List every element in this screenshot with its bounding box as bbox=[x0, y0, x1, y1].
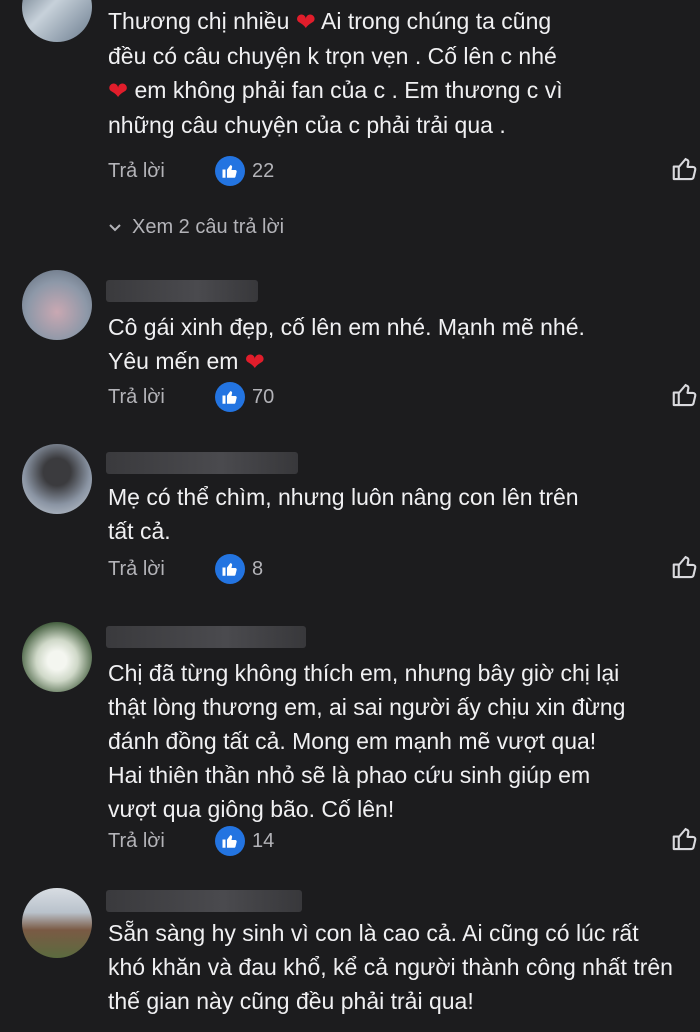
comment-text: Cô gái xinh đẹp, cố lên em nhé. Mạnh mẽ … bbox=[108, 310, 688, 379]
avatar[interactable] bbox=[22, 0, 92, 42]
view-replies-label: Xem 2 câu trả lời bbox=[132, 216, 285, 238]
comment-actions: Trả lời 70 bbox=[108, 382, 697, 412]
avatar[interactable] bbox=[22, 444, 92, 514]
thumbs-up-outline-icon[interactable] bbox=[670, 552, 700, 582]
thumbs-up-outline-icon[interactable] bbox=[670, 824, 700, 854]
avatar[interactable] bbox=[22, 270, 92, 340]
heart-emoji-icon: ❤ bbox=[108, 78, 129, 105]
thumbs-up-badge-icon bbox=[215, 554, 245, 584]
thumbs-up-outline-icon[interactable] bbox=[670, 154, 700, 184]
comment-actions: Trả lời 22 bbox=[108, 156, 697, 186]
reply-link[interactable]: Trả lời bbox=[108, 382, 165, 412]
author-name-redacted bbox=[106, 626, 306, 648]
reply-link[interactable]: Trả lời bbox=[108, 156, 165, 186]
thumbs-up-badge-icon bbox=[215, 156, 245, 186]
comment-actions: Trả lời 14 bbox=[108, 826, 697, 856]
thumbs-up-badge-icon bbox=[215, 382, 245, 412]
reply-link[interactable]: Trả lời bbox=[108, 554, 165, 584]
thumbs-up-badge-icon bbox=[215, 826, 245, 856]
author-name-redacted bbox=[106, 280, 258, 302]
author-name-redacted bbox=[106, 452, 298, 474]
comment-text: Chị đã từng không thích em, nhưng bây gi… bbox=[108, 660, 626, 822]
like-count: 22 bbox=[252, 160, 275, 182]
like-count: 14 bbox=[252, 830, 275, 852]
like-count: 8 bbox=[252, 558, 264, 580]
like-count: 70 bbox=[252, 386, 275, 408]
heart-emoji-icon: ❤ bbox=[295, 9, 316, 36]
comment-text: Thương chị nhiều ❤ Ai trong chúng ta cũn… bbox=[108, 8, 563, 138]
view-replies-link[interactable]: Xem 2 câu trả lời bbox=[108, 212, 284, 242]
avatar[interactable] bbox=[22, 888, 92, 958]
comment-text: Sẵn sàng hy sinh vì con là cao cả. Ai cũ… bbox=[108, 920, 673, 1014]
reply-link[interactable]: Trả lời bbox=[108, 826, 165, 856]
author-name-redacted bbox=[106, 890, 302, 912]
chevron-down-icon bbox=[108, 212, 122, 242]
comment-text: Mẹ có thể chìm, nhưng luôn nâng con lên … bbox=[108, 484, 579, 544]
heart-emoji-icon: ❤ bbox=[244, 349, 265, 376]
comment-actions: Trả lời 8 bbox=[108, 554, 697, 584]
thumbs-up-outline-icon[interactable] bbox=[670, 380, 700, 410]
avatar[interactable] bbox=[22, 622, 92, 692]
